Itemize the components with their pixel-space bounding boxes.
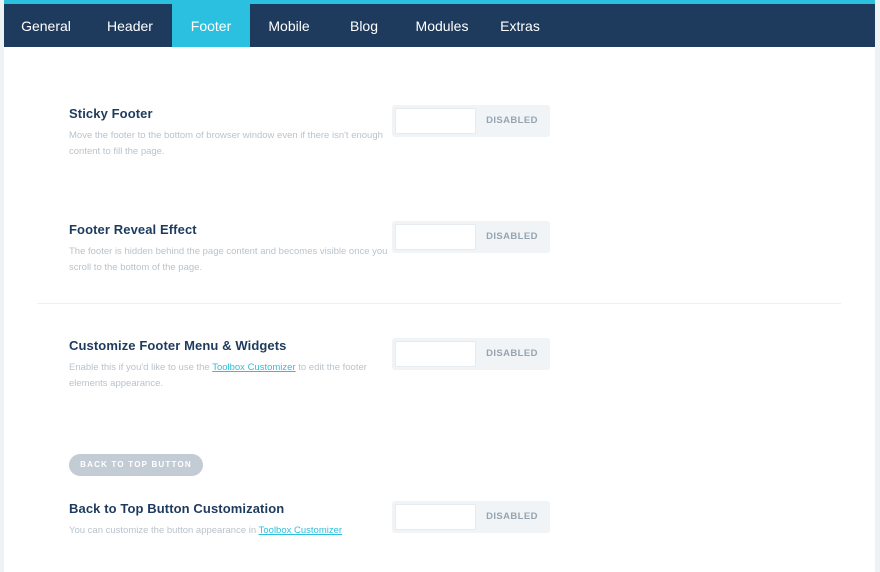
setting-description: Move the footer to the bottom of browser… [69,130,383,157]
customize-footer-toggle[interactable]: DISABLED [392,338,550,370]
tab-header[interactable]: Header [88,4,172,47]
setting-title: Sticky Footer [69,106,153,121]
setting-title: Customize Footer Menu & Widgets [69,338,287,353]
toggle-state-label: DISABLED [486,511,538,522]
toggle-state-label: DISABLED [486,348,538,359]
tab-blog[interactable]: Blog [328,4,400,47]
toggle-knob [395,341,476,367]
setting-footer-reveal: Footer Reveal Effect The footer is hidde… [69,222,399,276]
section-divider [37,303,841,304]
toolbox-customizer-link[interactable]: Toolbox Customizer [212,362,295,373]
tab-footer[interactable]: Footer [172,4,250,47]
setting-description: The footer is hidden behind the page con… [69,246,388,273]
setting-description: You can customize the button appearance … [69,523,399,539]
toggle-knob [395,224,476,250]
footer-reveal-toggle[interactable]: DISABLED [392,221,550,253]
section-label-back-to-top: BACK TO TOP BUTTON [69,454,203,476]
tab-mobile[interactable]: Mobile [250,4,328,47]
sticky-footer-toggle[interactable]: DISABLED [392,105,550,137]
toggle-knob [395,504,476,530]
tab-bar: General Header Footer Mobile Blog Module… [4,4,875,47]
desc-text: Enable this if you'd like to use the [69,362,213,373]
settings-panel: General Header Footer Mobile Blog Module… [4,0,875,572]
setting-customize-footer: Customize Footer Menu & Widgets Enable t… [69,338,399,392]
setting-title: Back to Top Button Customization [69,501,285,516]
tab-general[interactable]: General [4,4,88,47]
desc-text: You can customize the button appearance … [69,525,259,536]
setting-title: Footer Reveal Effect [69,222,197,237]
toggle-knob [395,108,476,134]
setting-back-to-top: Back to Top Button Customization You can… [69,501,399,539]
setting-description: Enable this if you'd like to use the Too… [69,360,399,392]
toggle-state-label: DISABLED [486,115,538,126]
toggle-state-label: DISABLED [486,231,538,242]
tab-extras[interactable]: Extras [484,4,556,47]
back-to-top-toggle[interactable]: DISABLED [392,501,550,533]
toolbox-customizer-link[interactable]: Toolbox Customizer [259,525,342,536]
setting-sticky-footer: Sticky Footer Move the footer to the bot… [69,106,399,160]
tab-modules[interactable]: Modules [400,4,484,47]
